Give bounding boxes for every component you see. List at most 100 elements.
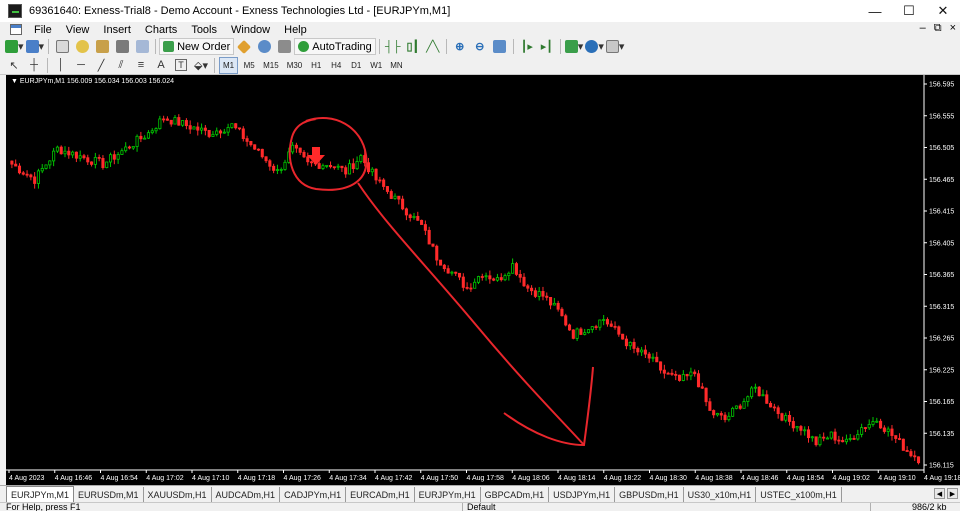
time-tick-label: 4 Aug 18:22	[604, 475, 641, 482]
chart-shift-button[interactable]: ▸┃	[538, 38, 556, 55]
mdi-restore-button[interactable]: ⧉	[934, 22, 942, 35]
timeframe-m30[interactable]: M30	[284, 57, 306, 74]
menu-window[interactable]: Window	[224, 24, 277, 36]
market-watch-button[interactable]	[53, 38, 71, 55]
horizontal-line-button[interactable]: ─	[72, 57, 90, 74]
text-button[interactable]: A	[152, 57, 170, 74]
menu-view[interactable]: View	[59, 24, 97, 36]
navigator-button[interactable]	[93, 38, 111, 55]
menu-tools[interactable]: Tools	[184, 24, 224, 36]
mdi-minimize-button[interactable]: –	[920, 22, 926, 35]
tab-us30-x10m-h1[interactable]: US30_x10m,H1	[684, 487, 757, 502]
timeframe-d1[interactable]: D1	[347, 57, 365, 74]
new-chart-icon	[5, 40, 18, 53]
candle-body	[17, 165, 22, 174]
close-button[interactable]: ✕	[926, 0, 960, 22]
candlestick-button[interactable]: ▯┃	[404, 38, 422, 55]
candle-body	[188, 125, 192, 130]
candle-body	[913, 455, 917, 458]
timeframe-h4[interactable]: H4	[327, 57, 345, 74]
tab-eurjpym-h1[interactable]: EURJPYm,H1	[415, 487, 481, 502]
chart-shift-icon: ▸┃	[540, 41, 553, 53]
candle-body	[715, 413, 720, 416]
tile-windows-button[interactable]	[491, 38, 509, 55]
timeframe-h1[interactable]: H1	[307, 57, 325, 74]
candle-body	[283, 161, 287, 170]
tab-scroll-right-button[interactable]: ▶	[947, 488, 958, 499]
tab-eurusdm-m1[interactable]: EURUSDm,M1	[74, 487, 144, 502]
timeframe-m15[interactable]: M15	[260, 57, 282, 74]
clock-icon	[585, 40, 599, 53]
templates-button[interactable]: ▾	[605, 38, 624, 55]
terminal-button[interactable]	[113, 38, 131, 55]
line-chart-button[interactable]: ╱╲	[424, 38, 442, 55]
bar-chart-button[interactable]: ┤├	[384, 38, 402, 55]
candle-body	[256, 148, 261, 151]
indicators-button[interactable]: ▾	[564, 38, 583, 55]
fibonacci-button[interactable]: ≡	[132, 57, 150, 74]
menu-insert[interactable]: Insert	[96, 24, 138, 36]
channel-button[interactable]: ⫽	[112, 57, 130, 74]
vertical-line-button[interactable]: │	[52, 57, 70, 74]
menu-help[interactable]: Help	[277, 24, 314, 36]
candle-body	[279, 169, 283, 171]
candle-body	[146, 132, 150, 139]
timeframe-m1[interactable]: M1	[219, 56, 239, 74]
trendline-button[interactable]: ╱	[92, 57, 110, 74]
cursor-icon: ↖	[9, 59, 19, 72]
price-chart[interactable]: 156.595 156.555 156.505 156.465 156.415 156.4…	[6, 75, 960, 485]
tab-xauusdm-h1[interactable]: XAUUSDm,H1	[144, 487, 212, 502]
minimize-button[interactable]: —	[858, 0, 892, 22]
periods-button[interactable]: ▾	[585, 38, 604, 55]
candle-body	[662, 369, 666, 374]
tab-audcadm-h1[interactable]: AUDCADm,H1	[212, 487, 281, 502]
tab-gbpcadm-h1[interactable]: GBPCADm,H1	[481, 487, 550, 502]
signals-button[interactable]	[255, 38, 273, 55]
templates-icon	[605, 40, 619, 53]
candle-body	[40, 168, 44, 172]
tab-eurjpym-m1[interactable]: EURJPYm,M1	[6, 486, 75, 502]
tab-cadjpym-h1[interactable]: CADJPYm,H1	[280, 487, 347, 502]
candle-body	[571, 329, 575, 339]
candle-body	[560, 308, 564, 317]
toolbar-separator	[48, 39, 50, 54]
menu-charts[interactable]: Charts	[138, 24, 184, 36]
new-chart-button[interactable]: ▾	[5, 38, 24, 55]
metaeditor-button[interactable]	[235, 38, 253, 55]
timeframe-w1[interactable]: W1	[367, 57, 385, 74]
candle-body	[158, 118, 162, 129]
crosshair-button[interactable]: ┼	[25, 57, 43, 74]
candle-body	[442, 264, 446, 270]
candle-body	[700, 386, 704, 389]
tab-scroll-left-button[interactable]: ◀	[934, 488, 945, 499]
tab-usdjpym-h1[interactable]: USDJPYm,H1	[549, 487, 616, 502]
timeframe-m5[interactable]: M5	[240, 57, 258, 74]
arrows-button[interactable]: ⬙▾	[192, 57, 210, 74]
profiles-button[interactable]: ▾	[25, 38, 44, 55]
tab-gbpusdm-h1[interactable]: GBPUSDm,H1	[615, 487, 684, 502]
chart-window-icon[interactable]	[10, 24, 22, 35]
tab-ustec-x100m-h1[interactable]: USTEC_x100m,H1	[756, 487, 842, 502]
candle-body	[340, 165, 344, 169]
candle-body	[416, 215, 420, 221]
zoom-out-button[interactable]: ⊖	[471, 38, 489, 55]
mdi-close-button[interactable]: ×	[950, 22, 956, 35]
market-button[interactable]	[275, 38, 293, 55]
cursor-button[interactable]: ↖	[5, 57, 23, 74]
data-window-button[interactable]	[73, 38, 91, 55]
menu-file[interactable]: File	[27, 24, 59, 36]
autotrading-button[interactable]: AutoTrading	[294, 38, 376, 55]
candle-body	[404, 208, 408, 216]
price-tick-label: 156.415	[929, 209, 954, 216]
data-window-icon	[75, 40, 89, 53]
window-title: 69361640: Exness-Trial8 - Demo Account -…	[29, 5, 451, 17]
auto-scroll-button[interactable]: ┃▸	[518, 38, 536, 55]
candle-body	[325, 164, 329, 167]
zoom-in-button[interactable]: ⊕	[451, 38, 469, 55]
text-label-button[interactable]: T	[172, 57, 190, 74]
new-order-button[interactable]: New Order	[159, 38, 235, 55]
maximize-button[interactable]: ☐	[892, 0, 926, 22]
tester-button[interactable]	[133, 38, 151, 55]
tab-eurcadm-h1[interactable]: EURCADm,H1	[346, 487, 415, 502]
timeframe-mn[interactable]: MN	[387, 57, 405, 74]
